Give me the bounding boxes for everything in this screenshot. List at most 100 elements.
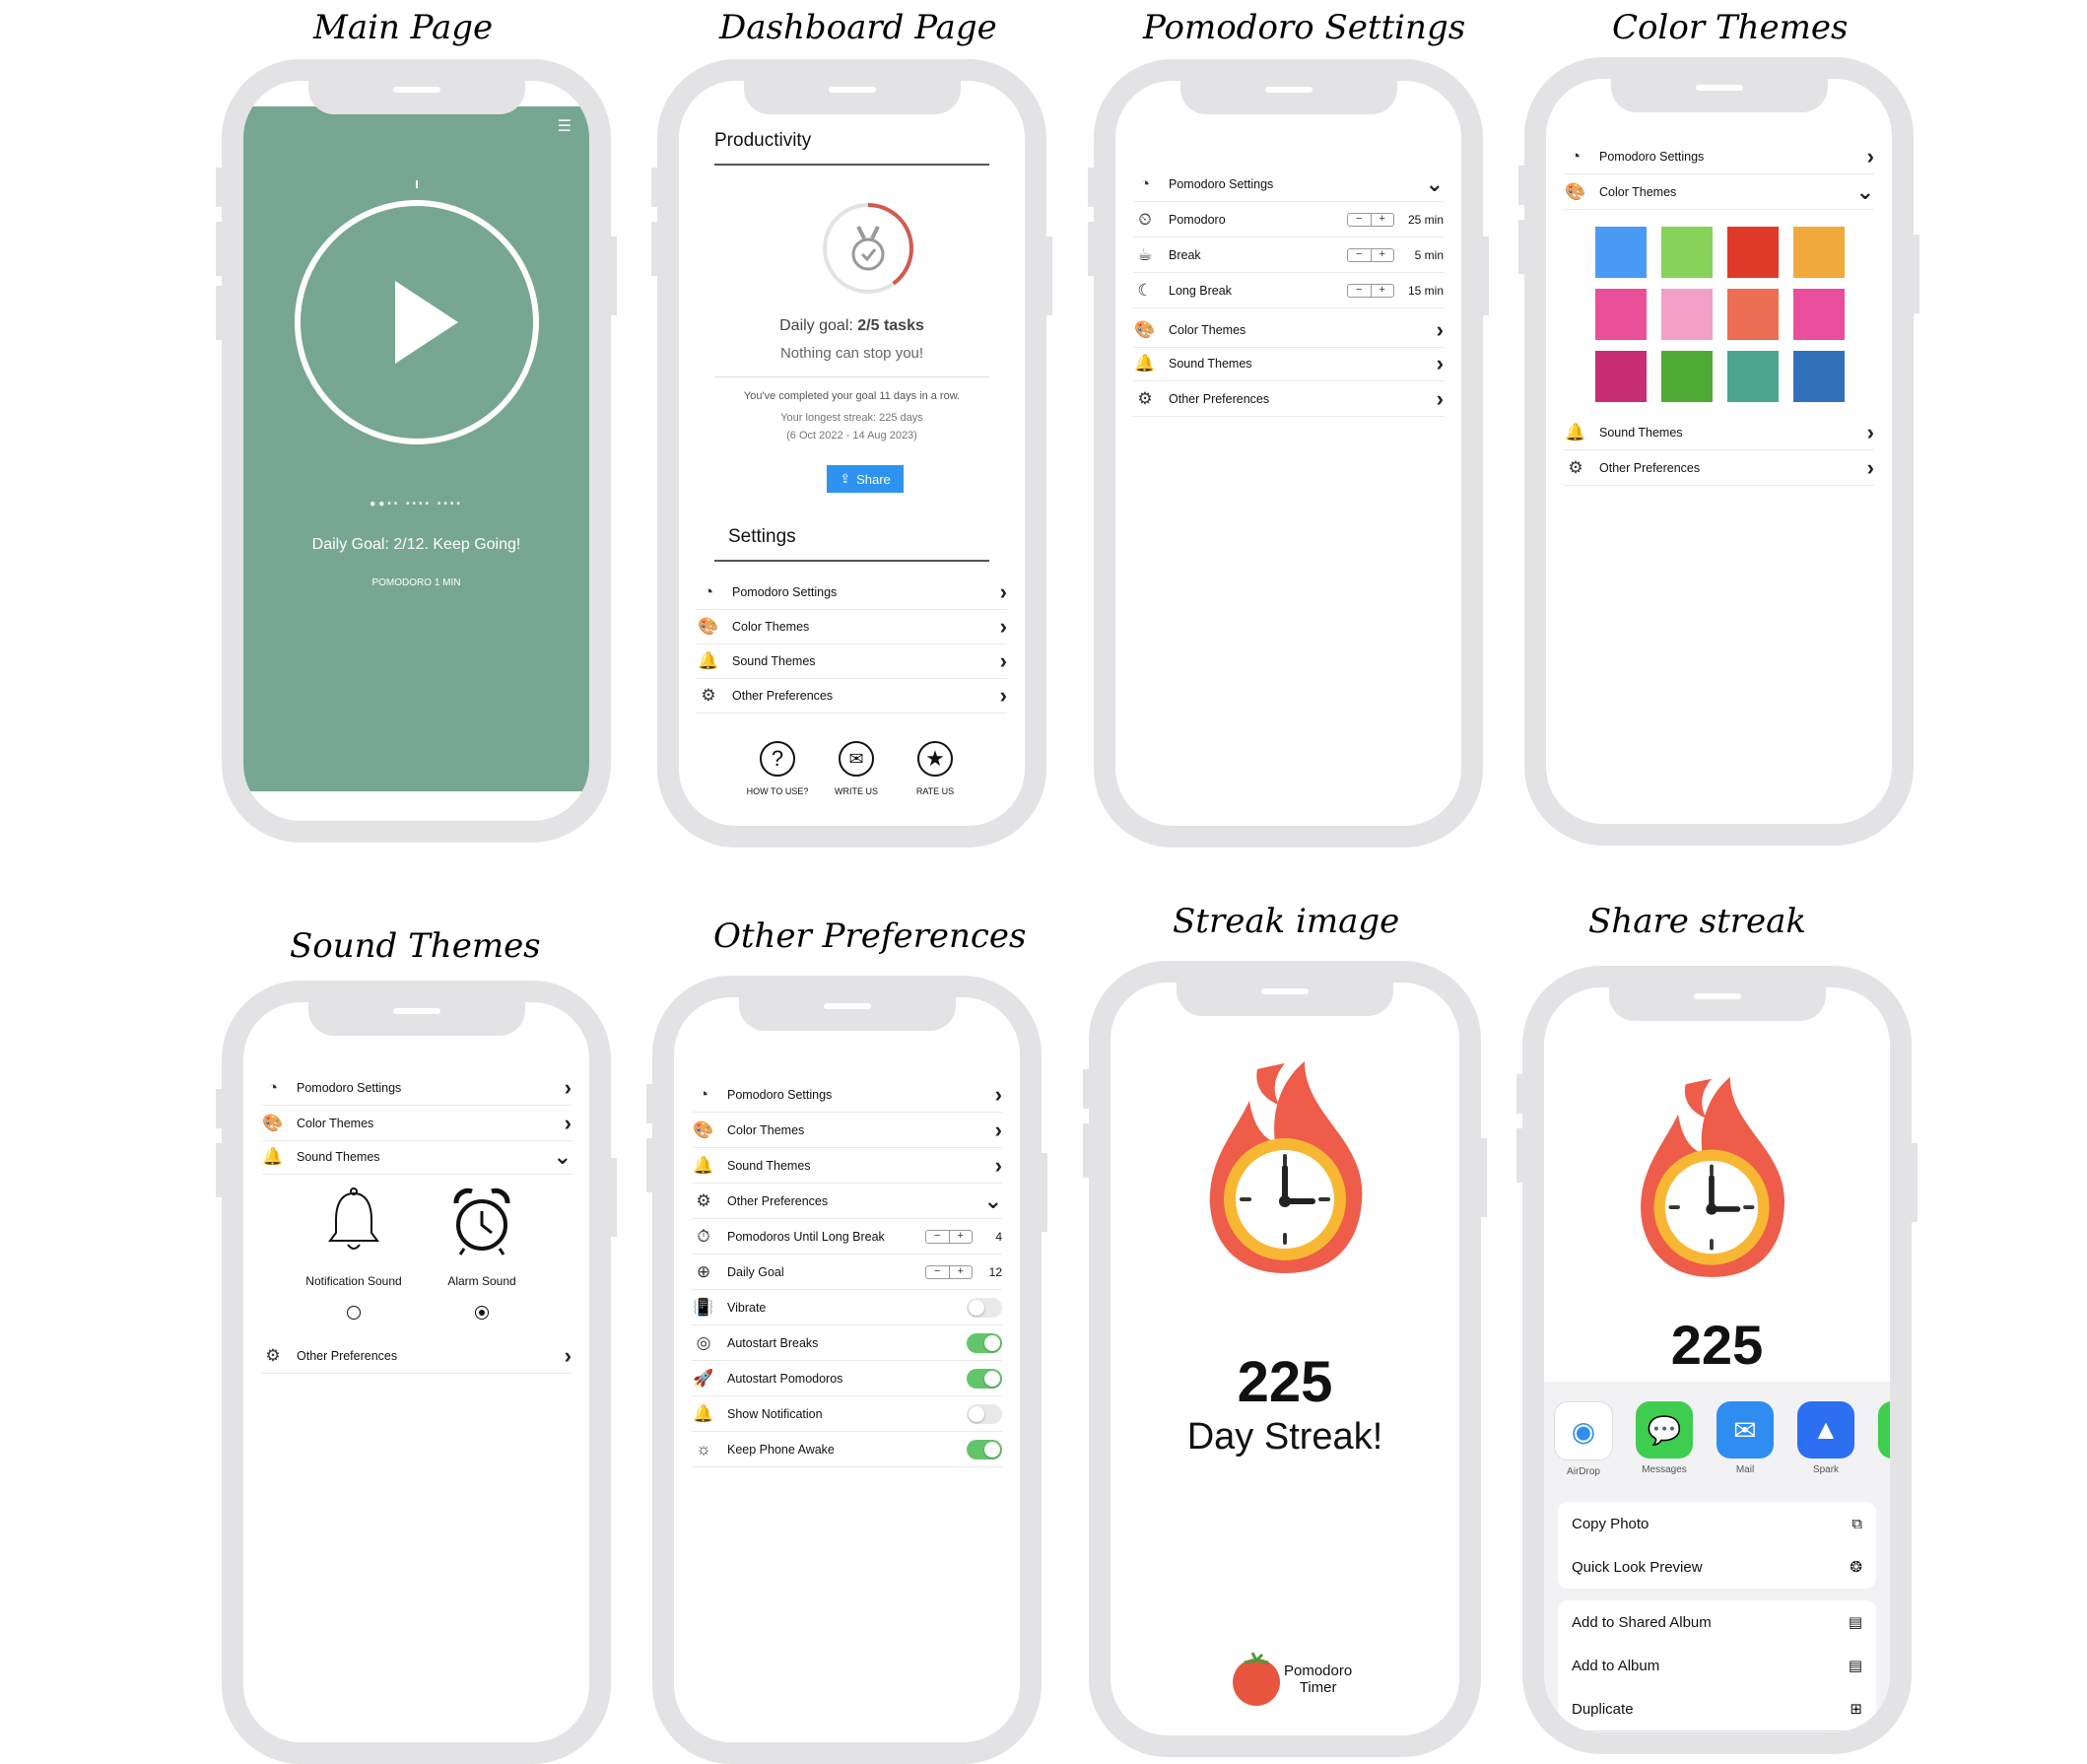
chevron-right-icon: › bbox=[564, 1111, 572, 1135]
alarm-sound-radio[interactable] bbox=[475, 1306, 489, 1320]
longest-streak-line: Your longest streak: 225 days bbox=[780, 412, 923, 424]
bell-icon: 🔔 bbox=[693, 1156, 714, 1175]
row-other-preferences[interactable]: ⚙ Other Preferences ⌄ bbox=[692, 1185, 1002, 1219]
palette-icon: 🎨 bbox=[1565, 182, 1586, 201]
action-quick-look[interactable]: Quick Look Preview ❂ bbox=[1558, 1545, 1876, 1589]
color-swatch[interactable] bbox=[1793, 351, 1845, 402]
settings-row-other[interactable]: ⚙ Other Preferences › bbox=[697, 679, 1007, 713]
color-swatch[interactable] bbox=[1595, 289, 1647, 340]
chevron-right-icon: › bbox=[564, 1343, 572, 1368]
share-app-mail[interactable]: ✉ Mail bbox=[1716, 1401, 1775, 1475]
row-vibrate: 📳 Vibrate bbox=[692, 1291, 1002, 1325]
row-color-themes[interactable]: 🎨 Color Themes › bbox=[692, 1114, 1002, 1148]
mail-icon: ✉ bbox=[1717, 1401, 1774, 1459]
color-swatch[interactable] bbox=[1727, 351, 1779, 402]
action-copy-photo[interactable]: Copy Photo ⧉ bbox=[1558, 1502, 1876, 1546]
row-sound-themes[interactable]: 🔔 Sound Themes ⌄ bbox=[261, 1140, 572, 1175]
streak-line: You've completed your goal 11 days in a … bbox=[743, 390, 961, 402]
row-color-themes[interactable]: 🎨 Color Themes › bbox=[261, 1107, 572, 1141]
caption-streak-image: Streak image bbox=[1173, 902, 1400, 941]
goal-progress-ring bbox=[823, 203, 913, 294]
color-swatch[interactable] bbox=[1661, 227, 1713, 278]
chevron-right-icon: › bbox=[1436, 317, 1444, 342]
settings-row-color[interactable]: 🎨 Color Themes › bbox=[697, 610, 1007, 645]
mode-text[interactable]: POMODORO 1 MIN bbox=[243, 577, 589, 588]
chevron-down-icon: ⌄ bbox=[983, 1188, 1002, 1213]
row-other-preferences[interactable]: ⚙ Other Preferences › bbox=[261, 1339, 572, 1374]
notification-bell-icon bbox=[328, 1187, 379, 1250]
row-sound-themes[interactable]: 🔔 Sound Themes › bbox=[692, 1149, 1002, 1184]
share-app-spark[interactable]: ▲ Spark bbox=[1796, 1401, 1855, 1475]
phone-other-preferences: ◔ Pomodoro Settings › 🎨 Color Themes › 🔔 Soun… bbox=[646, 976, 1047, 1764]
row-pomodoro-settings[interactable]: ◔ Pomodoro Settings › bbox=[261, 1071, 572, 1106]
settings-row-pomodoro[interactable]: ◔ Pomodoro Settings › bbox=[697, 576, 1007, 610]
footer-how-to-use[interactable]: ? HOW TO USE? bbox=[738, 741, 817, 796]
tomato-icon: ◔ bbox=[1570, 147, 1582, 166]
bell-icon: 🔔 bbox=[1565, 423, 1586, 441]
notification-sound-radio[interactable] bbox=[347, 1306, 361, 1320]
phone-dashboard: Productivity Daily goal: 2/5 tasks Nothi… bbox=[651, 59, 1052, 848]
color-swatch[interactable] bbox=[1595, 227, 1647, 278]
footer-write-us[interactable]: ✉ WRITE US bbox=[817, 741, 896, 796]
fire-clock-icon bbox=[1209, 1061, 1363, 1273]
color-swatch[interactable] bbox=[1595, 351, 1647, 402]
autostart-pomodoros-toggle[interactable] bbox=[967, 1369, 1002, 1389]
row-autostart-breaks: ◎ Autostart Breaks bbox=[692, 1326, 1002, 1361]
vibrate-toggle[interactable] bbox=[967, 1298, 1002, 1318]
color-swatch[interactable] bbox=[1793, 289, 1845, 340]
caption-other-preferences: Other Preferences bbox=[713, 916, 1027, 956]
color-swatch[interactable] bbox=[1727, 289, 1779, 340]
share-button[interactable]: ⇪ Share bbox=[827, 465, 904, 493]
daily-goal-stepper[interactable]: − + bbox=[925, 1265, 973, 1279]
row-pomodoro-settings[interactable]: ◔ Pomodoro Settings › bbox=[692, 1078, 1002, 1113]
vibrate-icon: 📳 bbox=[693, 1298, 714, 1317]
color-swatch[interactable] bbox=[1727, 227, 1779, 278]
long-break-stepper[interactable]: − + bbox=[1347, 284, 1394, 298]
share-app-messages[interactable]: 💬 Messages bbox=[1635, 1401, 1694, 1475]
action-add-shared-album[interactable]: Add to Shared Album ▤ bbox=[1558, 1600, 1876, 1645]
gear-icon: ⚙ bbox=[1137, 389, 1153, 408]
caption-share-streak: Share streak bbox=[1588, 902, 1806, 941]
row-color-themes[interactable]: 🎨 Color Themes › bbox=[1133, 313, 1444, 348]
color-swatch[interactable] bbox=[1661, 289, 1713, 340]
row-long-break-length: ☾ Long Break − +15 min bbox=[1133, 274, 1444, 308]
screen-streak-image: 225 Day Streak! Pomodoro Timer bbox=[1111, 983, 1459, 1735]
color-swatch[interactable] bbox=[1661, 351, 1713, 402]
row-pomodoro-settings[interactable]: ◔ Pomodoro Settings › bbox=[1564, 140, 1874, 174]
autostart-breaks-toggle[interactable] bbox=[967, 1333, 1002, 1353]
bell-icon: 🔔 bbox=[262, 1147, 284, 1166]
play-button[interactable] bbox=[294, 200, 539, 444]
rocket-icon: 🚀 bbox=[693, 1369, 714, 1388]
share-icon: ⇪ bbox=[840, 471, 851, 486]
share-app-airdrop[interactable]: ◉ AirDrop bbox=[1554, 1401, 1613, 1477]
timer-background: ☰ ●●•• •••• •••• Daily Goal: 2/12. Keep … bbox=[243, 106, 589, 791]
row-sound-themes[interactable]: 🔔 Sound Themes › bbox=[1564, 416, 1874, 450]
keep-phone-awake-toggle[interactable] bbox=[967, 1440, 1002, 1459]
footer-rate-us[interactable]: ★ RATE US bbox=[896, 741, 975, 796]
pomodoro-stepper[interactable]: − + bbox=[1347, 213, 1394, 227]
play-icon bbox=[394, 281, 458, 364]
break-stepper[interactable]: − + bbox=[1347, 248, 1394, 262]
settings-row-sound[interactable]: 🔔 Sound Themes › bbox=[697, 645, 1007, 679]
row-other-preferences[interactable]: ⚙ Other Preferences › bbox=[1564, 451, 1874, 486]
screen-color-themes: ◔ Pomodoro Settings › 🎨 Color Themes ⌄ 🔔 Soun… bbox=[1546, 79, 1892, 824]
row-color-themes[interactable]: 🎨 Color Themes ⌄ bbox=[1564, 175, 1874, 210]
bell-icon: 🔔 bbox=[698, 651, 719, 670]
row-pomodoro-settings[interactable]: ◔ Pomodoro Settings ⌄ bbox=[1133, 168, 1444, 202]
row-daily-goal: ⊕ Daily Goal − +12 bbox=[692, 1255, 1002, 1290]
share-app-whatsapp[interactable]: ✆ Wh bbox=[1877, 1401, 1890, 1475]
streak-text: Day Streak! bbox=[1186, 1416, 1383, 1458]
show-notification-toggle[interactable] bbox=[967, 1404, 1002, 1424]
action-duplicate[interactable]: Duplicate ⊞ bbox=[1558, 1687, 1876, 1731]
until-long-break-stepper[interactable]: − + bbox=[925, 1230, 973, 1244]
action-add-album[interactable]: Add to Album ▤ bbox=[1558, 1644, 1876, 1688]
caption-pomodoro-settings: Pomodoro Settings bbox=[1143, 8, 1466, 47]
copy-icon: ⧉ bbox=[1851, 1515, 1862, 1532]
phone-pomodoro-settings: ◔ Pomodoro Settings ⌄ ⏲ Pomodoro − +25 min ☕ B… bbox=[1088, 59, 1489, 848]
tomato-icon: ◔ bbox=[267, 1078, 279, 1097]
fire-clock-icon bbox=[1641, 1076, 1785, 1277]
row-sound-themes[interactable]: 🔔 Sound Themes › bbox=[1133, 347, 1444, 381]
color-swatch[interactable] bbox=[1793, 227, 1845, 278]
list-icon[interactable]: ☰ bbox=[558, 116, 572, 136]
row-other-preferences[interactable]: ⚙ Other Preferences › bbox=[1133, 382, 1444, 417]
